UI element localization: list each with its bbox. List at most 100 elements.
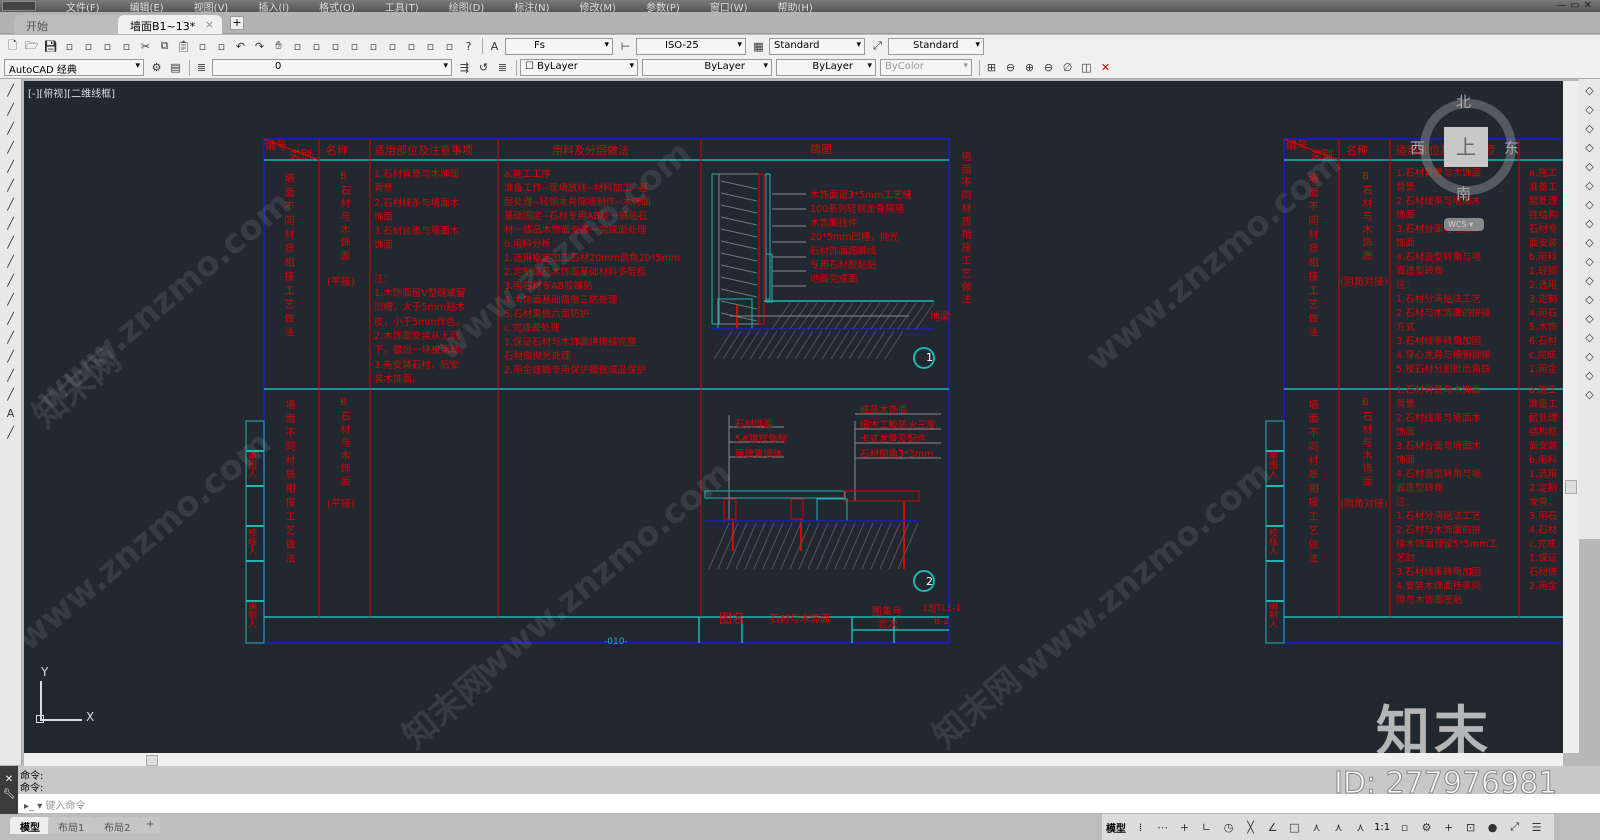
vertical-scrollbar[interactable]	[1563, 81, 1579, 753]
offset-icon[interactable]: ◇	[1581, 139, 1598, 155]
mtext-icon[interactable]: A	[2, 405, 19, 421]
fillet-icon[interactable]: ◇	[1581, 348, 1598, 364]
spline-icon[interactable]: ╱	[2, 215, 19, 231]
dim-style-icon[interactable]: ⊢	[617, 38, 634, 54]
make-block-icon[interactable]: ╱	[2, 291, 19, 307]
point-icon[interactable]: ╱	[2, 310, 19, 326]
quickcalc-icon[interactable]: ▫	[441, 38, 458, 54]
hatch-icon[interactable]: ╱	[2, 329, 19, 345]
open-icon[interactable]: 🗁︎	[23, 38, 40, 54]
viewcube-north[interactable]: 北	[1456, 91, 1471, 112]
redo-icon[interactable]: ↷	[251, 38, 268, 54]
layer-select[interactable]: 0	[212, 59, 452, 76]
plot-preview-icon[interactable]: ▫	[80, 38, 97, 54]
model-space-toggle[interactable]: 模型	[1106, 820, 1126, 835]
copy-object-icon[interactable]: ◇	[1581, 101, 1598, 117]
line-icon[interactable]: ╱	[2, 82, 19, 98]
viewport-icon[interactable]: ⊞	[983, 60, 1000, 76]
horizontal-scroll-thumb[interactable]	[146, 755, 158, 766]
revcloud-icon[interactable]: ╱	[2, 196, 19, 212]
chamfer-icon[interactable]: ◇	[1581, 329, 1598, 345]
ucs-icon[interactable]: ◫	[1078, 60, 1095, 76]
3d-dwf-icon[interactable]: ▫	[118, 38, 135, 54]
close-tab-icon[interactable]: ×	[205, 18, 214, 31]
ucs-delete-icon[interactable]: ✕	[1097, 60, 1114, 76]
layer-properties-icon[interactable]: ≣	[193, 60, 210, 76]
circle-icon[interactable]: ╱	[2, 177, 19, 193]
polyline-icon[interactable]: ╱	[2, 101, 19, 117]
trim-icon[interactable]: ◇	[1581, 253, 1598, 269]
workspace-select[interactable]: AutoCAD 经典	[4, 59, 144, 76]
pan-icon[interactable]: ✋︎	[270, 38, 287, 54]
transparency-icon[interactable]: ⋏	[1308, 819, 1325, 835]
polar-icon[interactable]: ◷	[1220, 819, 1237, 835]
polygon-icon[interactable]: ╱	[2, 120, 19, 136]
erase-icon[interactable]: ◇	[1581, 82, 1598, 98]
markup-icon[interactable]: ▫	[422, 38, 439, 54]
clean-screen-icon[interactable]: ⤢	[1506, 819, 1523, 835]
wcs-menu[interactable]: WCS ▾	[1444, 218, 1484, 231]
add-layout-button[interactable]: +	[140, 817, 161, 834]
new-icon[interactable]: 🗋︎	[4, 38, 21, 54]
snap-icon[interactable]: ⋯	[1154, 819, 1171, 835]
workspace-settings-icon[interactable]: ⚙	[148, 60, 165, 76]
join-icon[interactable]: ◇	[1581, 310, 1598, 326]
auto-scale-icon[interactable]: ⋏	[1352, 819, 1369, 835]
viewcube-south[interactable]: 南	[1456, 183, 1471, 204]
lineweight-select[interactable]: ByLayer	[776, 59, 876, 76]
undo-icon[interactable]: ↶	[232, 38, 249, 54]
tab-start[interactable]: 开始	[14, 15, 124, 34]
rectangle-icon[interactable]: ╱	[2, 139, 19, 155]
hardware-accel-icon[interactable]: ●	[1484, 819, 1501, 835]
horizontal-scrollbar[interactable]	[24, 753, 1563, 766]
menu-icon[interactable]: ☰	[1528, 819, 1545, 835]
ellipse-arc-icon[interactable]: ╱	[2, 253, 19, 269]
help-icon[interactable]: ?	[460, 38, 477, 54]
orbit-icon[interactable]: ⊖	[1002, 60, 1019, 76]
match-properties-icon[interactable]: ▫	[194, 38, 211, 54]
osnap-icon[interactable]: ╳	[1242, 819, 1259, 835]
command-prompt-icon[interactable]: ▸_ ▾	[24, 801, 45, 812]
insert-block-icon[interactable]: ╱	[2, 272, 19, 288]
table-style-select[interactable]: Standard	[769, 37, 865, 55]
multileader-style-icon[interactable]: ⤢	[869, 38, 886, 54]
zoom-out-icon[interactable]: ⊖	[1040, 60, 1057, 76]
layer-previous-icon[interactable]: ↺	[475, 60, 492, 76]
text-style-select[interactable]: Fs	[505, 37, 613, 55]
tool-palettes-icon[interactable]: ▫	[384, 38, 401, 54]
tab-model[interactable]: 模型	[10, 817, 50, 834]
plot-icon[interactable]: ▫	[61, 38, 78, 54]
multileader-style-select[interactable]: Standard	[888, 37, 984, 55]
new-tab-button[interactable]: +	[230, 16, 244, 30]
ortho-icon[interactable]: ∟	[1198, 819, 1215, 835]
mirror-icon[interactable]: ◇	[1581, 120, 1598, 136]
design-center-icon[interactable]: ▫	[365, 38, 382, 54]
extend-icon[interactable]: ◇	[1581, 272, 1598, 288]
region-icon[interactable]: ╱	[2, 367, 19, 383]
text-style-icon[interactable]: A	[486, 38, 503, 54]
table-style-icon[interactable]: ▦	[750, 38, 767, 54]
customize-plus-icon[interactable]: +	[1440, 819, 1457, 835]
explode-icon[interactable]: ◇	[1581, 386, 1598, 402]
break-icon[interactable]: ◇	[1581, 291, 1598, 307]
gradient-icon[interactable]: ╱	[2, 348, 19, 364]
blend-icon[interactable]: ◇	[1581, 367, 1598, 383]
zoom-window-icon[interactable]: ▫	[308, 38, 325, 54]
workspace-gear-icon[interactable]: ⚙	[1418, 819, 1435, 835]
annotation-scale[interactable]: 1:1	[1374, 822, 1390, 833]
scale-icon[interactable]: ◇	[1581, 215, 1598, 231]
properties-icon[interactable]: ▫	[346, 38, 363, 54]
cut-icon[interactable]: ✂	[137, 38, 154, 54]
lineweight-icon[interactable]: □	[1286, 819, 1303, 835]
save-icon[interactable]: 💾︎	[42, 38, 59, 54]
annotation-visibility-icon[interactable]: ⋏	[1330, 819, 1347, 835]
application-button[interactable]	[2, 1, 36, 11]
tab-layout1[interactable]: 布局1	[48, 817, 95, 834]
linetype-select[interactable]: ByLayer	[642, 59, 772, 76]
zoom-in-icon[interactable]: ⊕	[1021, 60, 1038, 76]
publish-icon[interactable]: ▫	[99, 38, 116, 54]
table-icon[interactable]: ╱	[2, 386, 19, 402]
color-select[interactable]: ☐ ByLayer	[520, 59, 638, 76]
customize-wrench-icon[interactable]: 🔧︎	[0, 789, 18, 800]
ellipse-icon[interactable]: ╱	[2, 234, 19, 250]
